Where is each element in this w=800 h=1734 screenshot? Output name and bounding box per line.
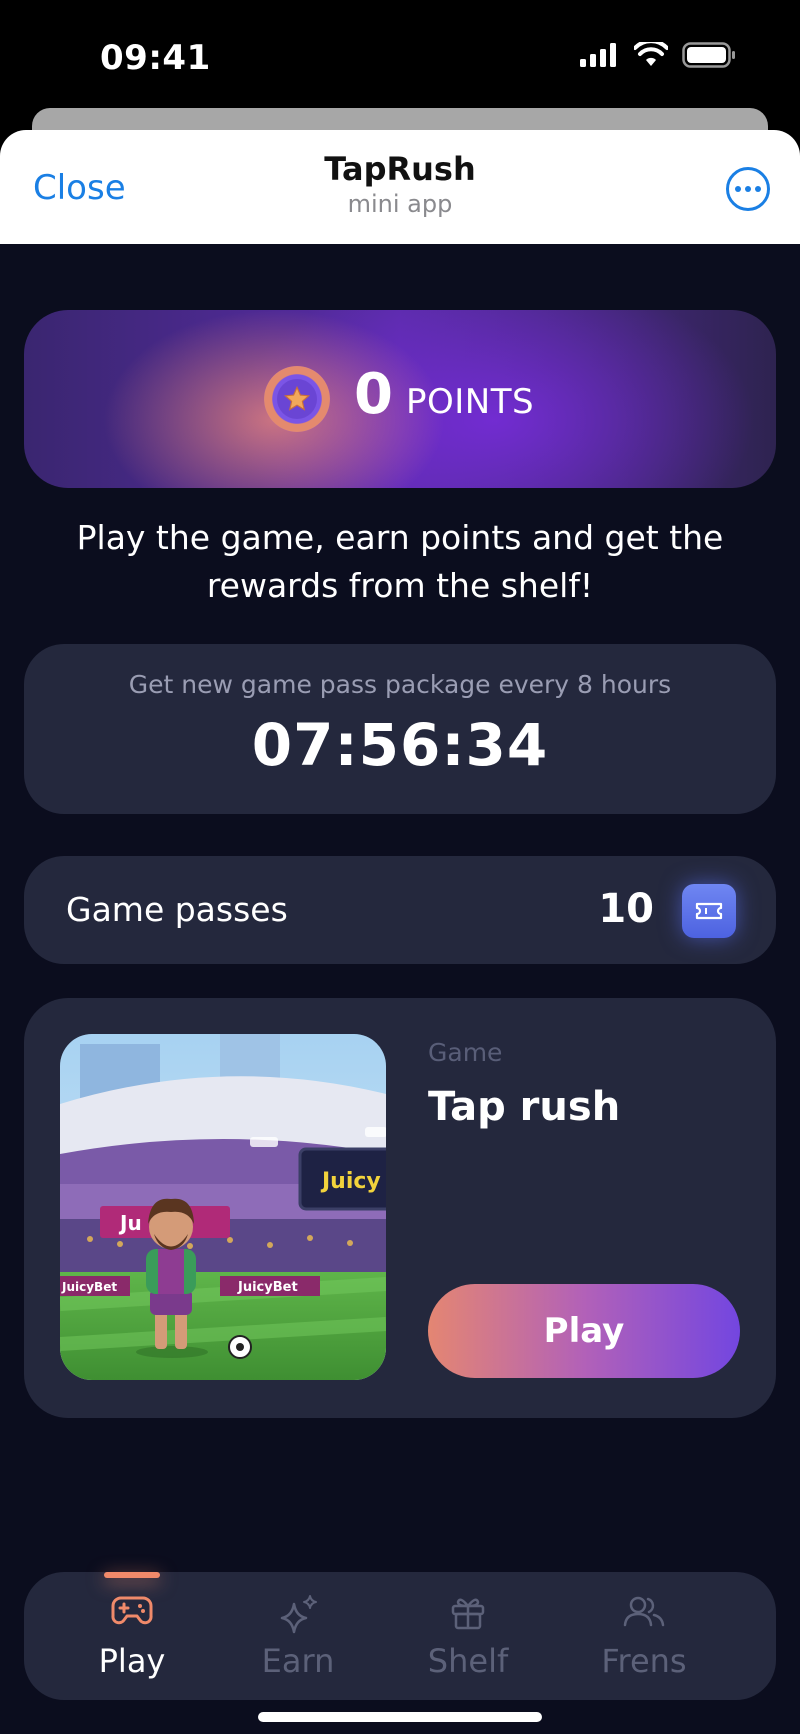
game-card: Ju Juicy JuicyBet JuicyBet Game Tap rush… <box>24 998 776 1418</box>
more-dot-icon <box>735 186 741 192</box>
ticket-icon <box>695 902 723 920</box>
game-kicker: Game <box>428 1038 503 1067</box>
more-dot-icon <box>745 186 751 192</box>
stadium-illustration: Ju Juicy JuicyBet JuicyBet <box>60 1034 386 1380</box>
bottom-tab-bar: Play Earn Shelf Frens <box>24 1572 776 1700</box>
svg-text:Juicy: Juicy <box>320 1169 381 1194</box>
star-icon <box>283 385 311 411</box>
game-passes-card: Game passes 10 <box>24 856 776 964</box>
mini-app-header: Close TapRush mini app <box>0 130 800 244</box>
countdown-timer: 07:56:34 <box>251 711 549 779</box>
ticket-button[interactable] <box>682 884 736 938</box>
game-thumbnail[interactable]: Ju Juicy JuicyBet JuicyBet <box>60 1034 386 1380</box>
app-title: TapRush <box>324 150 476 188</box>
play-button[interactable]: Play <box>428 1284 740 1378</box>
friends-icon <box>623 1596 665 1627</box>
more-dot-icon <box>755 186 761 192</box>
game-passes-label: Game passes <box>66 890 288 929</box>
title-block: TapRush mini app <box>0 150 800 218</box>
tab-play[interactable]: Play <box>52 1572 212 1700</box>
home-indicator <box>258 1712 542 1722</box>
more-options-button[interactable] <box>726 167 770 211</box>
status-bar: 09:41 <box>0 0 800 110</box>
wifi-icon <box>634 42 668 66</box>
tab-label: Shelf <box>427 1642 509 1680</box>
gamepad-icon <box>111 1596 153 1625</box>
star-coin-icon <box>264 366 330 432</box>
main-content: 0 POINTS Play the game, earn points and … <box>0 244 800 1734</box>
svg-text:JuicyBet: JuicyBet <box>61 1280 117 1294</box>
tab-label: Earn <box>261 1642 335 1680</box>
game-pass-timer-card: Get new game pass package every 8 hours … <box>24 644 776 814</box>
tab-earn[interactable]: Earn <box>218 1572 378 1700</box>
points-value: 0 <box>354 362 393 427</box>
points-card: 0 POINTS <box>24 310 776 488</box>
svg-text:Ju: Ju <box>118 1211 142 1235</box>
timer-caption: Get new game pass package every 8 hours <box>128 670 672 699</box>
game-title: Tap rush <box>428 1084 621 1130</box>
cellular-signal-icon <box>580 43 616 67</box>
active-tab-indicator <box>104 1572 160 1578</box>
tab-frens[interactable]: Frens <box>564 1572 724 1700</box>
svg-text:JuicyBet: JuicyBet <box>237 1280 298 1295</box>
status-time: 09:41 <box>100 38 211 78</box>
game-passes-count: 10 <box>598 886 654 932</box>
tab-label: Play <box>98 1642 166 1680</box>
battery-icon <box>682 42 735 68</box>
tab-label: Frens <box>601 1642 687 1680</box>
points-label: POINTS <box>406 382 535 422</box>
intro-text: Play the game, earn points and get the r… <box>76 518 724 605</box>
status-icons <box>580 42 736 68</box>
tab-shelf[interactable]: Shelf <box>388 1572 548 1700</box>
sparkle-icon <box>280 1595 317 1634</box>
gift-icon <box>451 1598 485 1630</box>
app-subtitle: mini app <box>347 190 453 218</box>
